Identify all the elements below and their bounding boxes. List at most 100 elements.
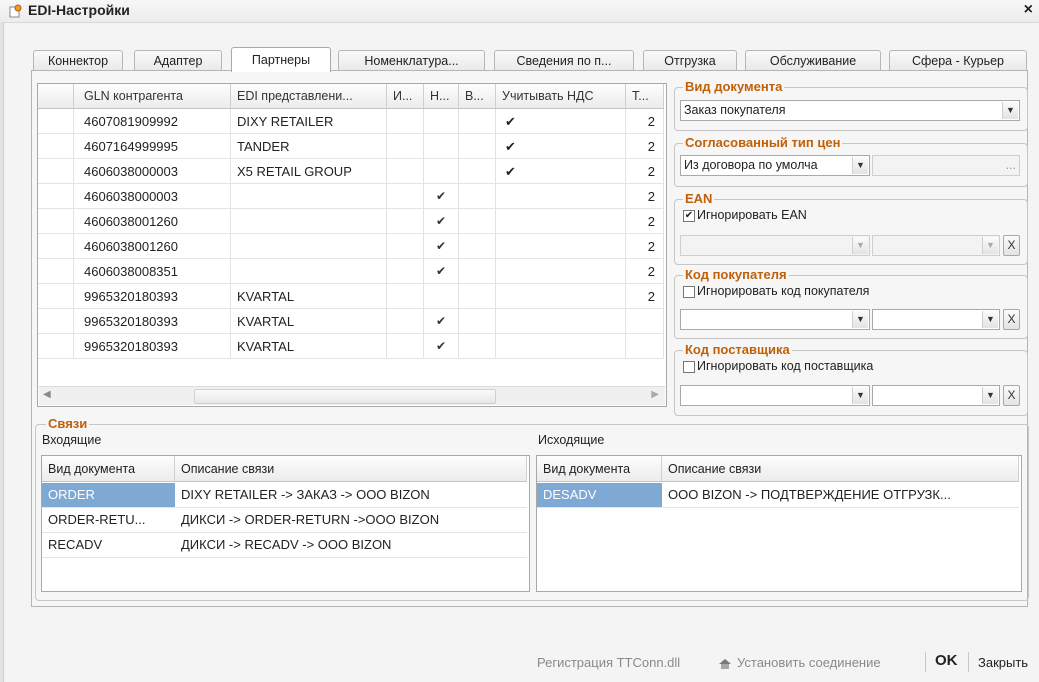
ignore-supplier-code-checkbox[interactable] [683,361,695,373]
cell-t[interactable]: 2 [626,284,664,308]
column-header-n[interactable]: Н... [424,84,459,109]
cell-n[interactable]: ✔ [424,259,459,283]
cell-gln[interactable]: 4606038001260 [74,209,231,233]
cell-nds[interactable] [496,284,626,308]
ignore-buyer-code-checkbox[interactable] [683,286,695,298]
cell-n[interactable] [424,134,459,158]
cell-n[interactable] [424,159,459,183]
table-row[interactable]: 9965320180393 KVARTAL ✔ [38,334,664,359]
cell-i[interactable] [387,284,424,308]
cell-description[interactable]: ДИКСИ -> ORDER-RETURN ->OOO BIZON [175,508,527,532]
ean-clear-button[interactable]: X [1003,235,1020,256]
cell-gln[interactable]: 4606038000003 [74,184,231,208]
incoming-header-doc[interactable]: Вид документа [42,456,175,482]
chevron-down-icon[interactable]: ▼ [982,387,998,404]
ean-left-select[interactable]: ▼ [680,235,870,256]
cell-description[interactable]: OOO BIZON -> ПОДТВЕРЖДЕНИЕ ОТГРУЗК... [662,483,1019,507]
row-marker[interactable] [38,109,74,133]
table-row[interactable]: 4606038001260 ✔ 2 [38,209,664,234]
list-item[interactable]: ORDER-RETU... ДИКСИ -> ORDER-RETURN ->OOO… [42,508,527,533]
table-row[interactable]: 9965320180393 KVARTAL ✔ [38,309,664,334]
cell-nds[interactable] [496,234,626,258]
cell-t[interactable]: 2 [626,209,664,233]
table-row[interactable]: 9965320180393 KVARTAL 2 [38,284,664,309]
cell-doc-type[interactable]: DESADV [537,483,662,507]
cell-i[interactable] [387,259,424,283]
tab-adapter[interactable]: Адаптер [134,50,222,71]
outgoing-table[interactable]: Вид документа Описание связи DESADV OOO B… [536,455,1022,592]
price-type-detail-field[interactable]: ... [872,155,1020,176]
cell-doc-type[interactable]: ORDER [42,483,175,507]
column-header-edi[interactable]: EDI представлени... [231,84,387,109]
connect-button[interactable]: Установить соединение [737,655,881,670]
buyer-code-clear-button[interactable]: X [1003,309,1020,330]
cell-edi[interactable] [231,259,387,283]
cell-n[interactable] [424,284,459,308]
tab-info[interactable]: Сведения по п... [494,50,634,71]
cell-i[interactable] [387,309,424,333]
cell-edi[interactable] [231,184,387,208]
cell-gln[interactable]: 4606038008351 [74,259,231,283]
chevron-down-icon[interactable]: ▼ [982,237,998,254]
row-marker[interactable] [38,334,74,358]
buyer-code-left-select[interactable]: ▼ [680,309,870,330]
column-header-vat[interactable]: Учитывать НДС [496,84,626,109]
cell-gln[interactable]: 4606038000003 [74,159,231,183]
row-marker[interactable] [38,259,74,283]
cell-t[interactable]: 2 [626,184,664,208]
list-item[interactable]: ORDER DIXY RETAILER -> ЗАКАЗ -> OOO BIZON [42,483,527,508]
horizontal-scrollbar[interactable]: ◀ ▶ [39,386,665,405]
close-icon[interactable]: × [1024,1,1033,19]
cell-description[interactable]: DIXY RETAILER -> ЗАКАЗ -> OOO BIZON [175,483,527,507]
chevron-down-icon[interactable]: ▼ [852,387,868,404]
supplier-code-clear-button[interactable]: X [1003,385,1020,406]
cell-nds[interactable]: ✔ [496,109,626,133]
table-row[interactable]: 4607081909992 DIXY RETAILER ✔ 2 [38,109,664,134]
close-button[interactable]: Закрыть [978,655,1028,670]
cell-edi[interactable] [231,209,387,233]
column-header-gln[interactable]: GLN контрагента [74,84,231,109]
cell-n[interactable]: ✔ [424,184,459,208]
cell-edi[interactable]: KVARTAL [231,284,387,308]
chevron-down-icon[interactable]: ▼ [852,157,868,174]
column-header-i[interactable]: И... [387,84,424,109]
buyer-code-right-select[interactable]: ▼ [872,309,1000,330]
column-header-v[interactable]: В... [459,84,496,109]
cell-nds[interactable] [496,209,626,233]
scroll-left-icon[interactable]: ◀ [43,389,51,400]
outgoing-header-desc[interactable]: Описание связи [662,456,1019,482]
cell-edi[interactable] [231,234,387,258]
ean-right-select[interactable]: ▼ [872,235,1000,256]
tab-nomenclature[interactable]: Номенклатура... [338,50,485,71]
cell-v[interactable] [459,334,496,358]
cell-i[interactable] [387,184,424,208]
supplier-code-left-select[interactable]: ▼ [680,385,870,406]
cell-nds[interactable] [496,184,626,208]
chevron-down-icon[interactable]: ▼ [982,311,998,328]
cell-edi[interactable]: X5 RETAIL GROUP [231,159,387,183]
cell-n[interactable]: ✔ [424,234,459,258]
register-dll-link[interactable]: Регистрация TTConn.dll [537,655,680,670]
cell-v[interactable] [459,309,496,333]
row-marker[interactable] [38,209,74,233]
cell-i[interactable] [387,109,424,133]
cell-t[interactable]: 2 [626,159,664,183]
cell-nds[interactable] [496,334,626,358]
cell-gln[interactable]: 9965320180393 [74,284,231,308]
column-header-t[interactable]: Т... [626,84,664,109]
row-marker[interactable] [38,159,74,183]
row-marker[interactable] [38,309,74,333]
list-item[interactable]: RECADV ДИКСИ -> RECADV -> OOO BIZON [42,533,527,558]
cell-gln[interactable]: 4607081909992 [74,109,231,133]
table-row[interactable]: 4606038008351 ✔ 2 [38,259,664,284]
cell-nds[interactable] [496,259,626,283]
connect-icon[interactable] [717,655,733,671]
cell-doc-type[interactable]: RECADV [42,533,175,557]
tab-partners[interactable]: Партнеры [231,47,331,72]
chevron-down-icon[interactable]: ▼ [1002,102,1018,119]
cell-gln[interactable]: 4607164999995 [74,134,231,158]
cell-gln[interactable]: 4606038001260 [74,234,231,258]
cell-t[interactable] [626,309,664,333]
cell-nds[interactable]: ✔ [496,134,626,158]
cell-gln[interactable]: 9965320180393 [74,334,231,358]
